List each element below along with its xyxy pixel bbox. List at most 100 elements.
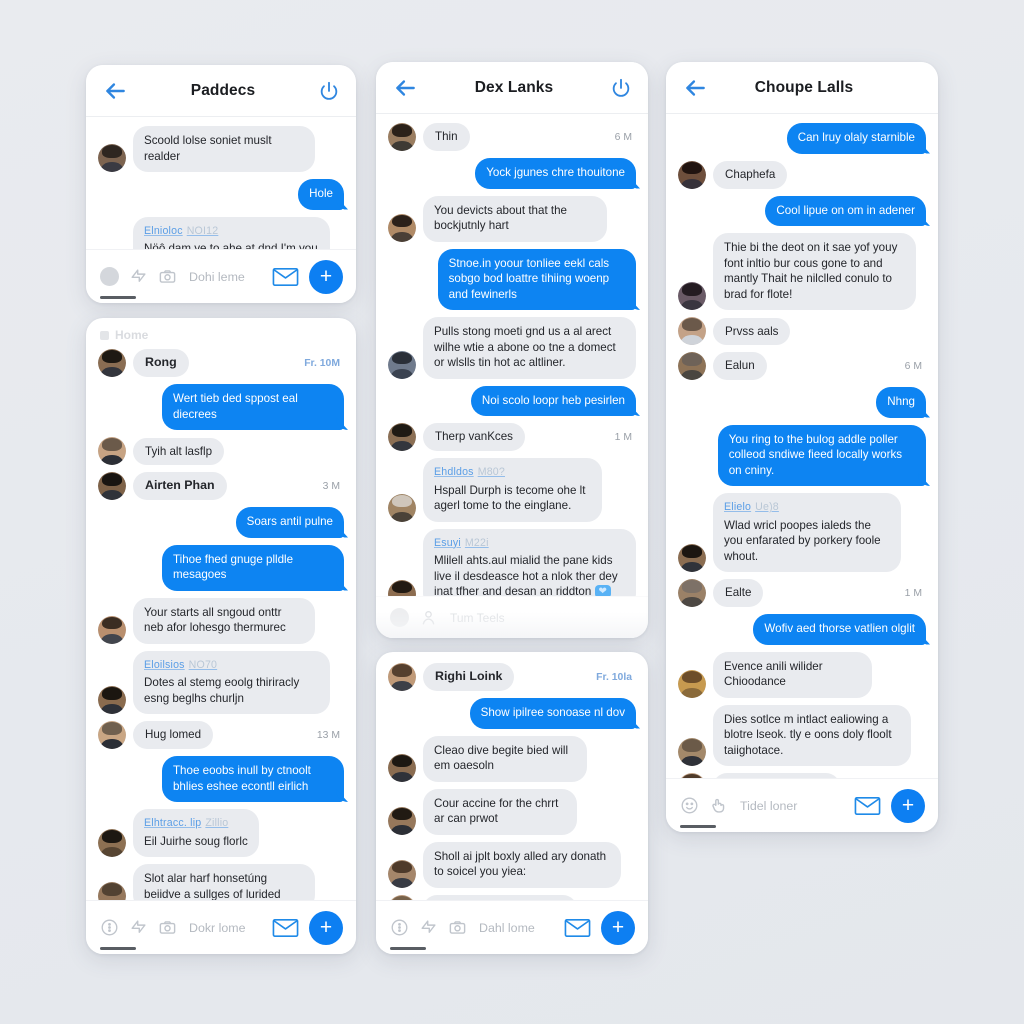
message-bubble-incoming[interactable]: Your starts all sngoud onttr neb afor lo… bbox=[133, 597, 316, 644]
quote-header[interactable]: Elielo Ue)8 bbox=[724, 500, 890, 516]
avatar bbox=[388, 123, 416, 151]
send-hand-icon[interactable] bbox=[129, 918, 148, 937]
message-text: Eil Juirhe soug florlc bbox=[144, 834, 248, 848]
message-bubble-incoming[interactable]: Airten Phan bbox=[133, 472, 227, 500]
message-bubble-incoming[interactable]: Elielo Ue)8 Wlad wricl poopes ialeds the … bbox=[713, 493, 902, 572]
message-bubble-incoming[interactable]: Therp vanKces bbox=[423, 423, 525, 451]
quote-header[interactable]: Elhtracc. lip Zillio bbox=[144, 816, 248, 832]
timestamp: 6 M bbox=[904, 360, 922, 372]
back-arrow-icon[interactable] bbox=[682, 75, 708, 101]
power-icon[interactable] bbox=[610, 77, 632, 99]
message-text: Nöô dam ye to ahe at dnd I'm you lotlurs… bbox=[144, 242, 318, 249]
message-bubble-outgoing[interactable]: Stnoe.in yoour tonliee eekl cals sobgo b… bbox=[437, 248, 636, 310]
person-icon[interactable] bbox=[419, 608, 438, 627]
appbar-dex-lanks: Dex Lanks bbox=[376, 62, 648, 114]
add-button[interactable]: + bbox=[601, 910, 635, 945]
message-bubble-incoming[interactable]: Thie bi the deot on it sae yof youy font… bbox=[713, 233, 917, 310]
message-bubble-incoming[interactable]: Ehdldos M80? Hspall Durph is tecome ohe l… bbox=[423, 458, 602, 522]
message-composer: Tidel loner + bbox=[666, 778, 938, 832]
message-bubble-incoming[interactable]: Pulls stong moeti gnd us a al arect wilh… bbox=[423, 317, 636, 379]
message-bubble-outgoing[interactable]: Tihoe fhed gnuge plldle mesagoes bbox=[161, 544, 344, 591]
quote-header[interactable]: Esuyi M22i bbox=[434, 536, 625, 552]
message-bubble-incoming[interactable]: Righi Loink bbox=[423, 663, 515, 691]
message-bubble-outgoing[interactable]: Show ipilree sonoase nl dov bbox=[469, 698, 636, 729]
message-input-placeholder[interactable]: Tidel loner bbox=[740, 799, 844, 813]
message-bubble-incoming[interactable]: Hug lomed bbox=[133, 721, 214, 749]
back-arrow-icon[interactable] bbox=[102, 78, 128, 104]
add-button[interactable]: + bbox=[309, 910, 343, 945]
camera-icon[interactable] bbox=[158, 267, 177, 286]
message-bubble-incoming[interactable]: Slot alar harf honsetúng beiidve a sullg… bbox=[133, 864, 316, 900]
avatar bbox=[98, 615, 126, 644]
message-input-placeholder[interactable]: Dokr lome bbox=[189, 921, 262, 935]
mail-icon[interactable] bbox=[272, 266, 299, 288]
grey-circle-icon[interactable] bbox=[100, 267, 119, 286]
message-bubble-outgoing[interactable]: Hole bbox=[298, 179, 344, 210]
message-bubble-incoming[interactable]: Scoold lolse soniet muslt realder bbox=[133, 126, 316, 172]
message-bubble-incoming[interactable]: Eloilsios NO70 Dotes al stemg eoolg thiri… bbox=[133, 650, 330, 714]
message-bubble-incoming[interactable]: Esuyi M22i Mlilell ahts.aul mialid the pa… bbox=[423, 528, 636, 596]
mail-icon[interactable] bbox=[272, 917, 299, 939]
message-bubble-incoming[interactable]: Thin bbox=[423, 123, 470, 151]
message-bubble-outgoing[interactable]: Can lruy olaly starnible bbox=[786, 123, 926, 154]
message-bubble-outgoing[interactable]: Wofiv aed thorse vatlien olglit bbox=[753, 614, 926, 645]
send-hand-icon[interactable] bbox=[129, 267, 148, 286]
add-button[interactable]: + bbox=[309, 259, 343, 294]
message-bubble-outgoing[interactable]: Yock jgunes chre thouitone bbox=[475, 158, 636, 189]
message-bubble-incoming[interactable]: Ealun bbox=[713, 352, 767, 380]
message-bubble-incoming[interactable]: Cour accine for the chrrt ar can prwot bbox=[423, 788, 577, 835]
message-bubble-outgoing[interactable]: Wert tieb ded sppost eal diecrees bbox=[161, 384, 344, 430]
message-bubble-incoming[interactable]: Elhtracc. lip Zillio Eil Juirhe soug flor… bbox=[133, 809, 259, 857]
message-bubble-outgoing[interactable]: Noi scolo loopr heb pesirlen bbox=[470, 385, 636, 416]
grey-circle-icon[interactable] bbox=[390, 608, 409, 627]
message-row: Chaphefa bbox=[678, 160, 926, 189]
home-indicator bbox=[680, 825, 716, 828]
message-bubble-incoming[interactable]: Ealte bbox=[713, 579, 764, 607]
message-bubble-incoming[interactable]: Sholl ai jplt boxly alled ary donath to … bbox=[423, 841, 622, 888]
send-hand-icon[interactable] bbox=[709, 796, 728, 815]
add-button[interactable]: + bbox=[891, 788, 925, 823]
more-circle-icon[interactable] bbox=[390, 918, 409, 937]
message-bubble-incoming[interactable]: Elnioloc NOI12 Nöô dam ye to ahe at dnd I… bbox=[133, 216, 330, 249]
reaction-emoji: ❤ bbox=[594, 585, 611, 596]
message-bubble-incoming[interactable]: Evence anili wilider Chioodance bbox=[713, 651, 872, 698]
message-bubble-incoming[interactable]: Dies sotlce m intlact ealiowing a blotre… bbox=[713, 704, 912, 766]
send-hand-icon[interactable] bbox=[419, 918, 438, 937]
avatar bbox=[98, 882, 126, 900]
message-bubble-incoming[interactable]: Rong bbox=[133, 349, 189, 377]
message-bubble-outgoing[interactable]: Nhng bbox=[876, 387, 926, 418]
message-bubble-outgoing[interactable]: Thoe eoobs inull by ctnoolt bhlies eshee… bbox=[161, 756, 344, 802]
avatar bbox=[388, 663, 416, 691]
mail-icon[interactable] bbox=[854, 795, 881, 817]
quote-header[interactable]: Ehdldos M80? bbox=[434, 465, 591, 481]
chat-card-paddecs: Paddecs Scoold lolse soniet muslt realde… bbox=[86, 65, 356, 303]
message-input-placeholder[interactable]: Dahl lome bbox=[479, 921, 554, 935]
mail-icon[interactable] bbox=[564, 917, 591, 939]
message-text: Dotes al stemg eoolg thiriracly esng beg… bbox=[144, 676, 300, 705]
message-bubble-incoming[interactable]: Chaphefa bbox=[713, 161, 788, 189]
power-icon[interactable] bbox=[318, 80, 340, 102]
avatar bbox=[388, 859, 416, 888]
quote-header[interactable]: Eloilsios NO70 bbox=[144, 658, 319, 674]
message-bubble-outgoing[interactable]: You ring to the bulog addle poller colle… bbox=[717, 424, 926, 486]
message-row: Elielo Ue)8 Wlad wricl poopes ialeds the … bbox=[678, 493, 926, 572]
camera-icon[interactable] bbox=[158, 918, 177, 937]
message-row: Ealun 6 M bbox=[678, 352, 926, 380]
message-bubble-outgoing[interactable]: Soars antil pulne bbox=[235, 507, 344, 538]
camera-icon[interactable] bbox=[448, 918, 467, 937]
message-bubble-incoming[interactable]: Prvss aals bbox=[713, 317, 791, 345]
message-thread: Thin 6 M Yock jgunes chre thouitone You … bbox=[376, 114, 648, 596]
smiley-icon[interactable] bbox=[680, 796, 699, 815]
more-circle-icon[interactable] bbox=[100, 918, 119, 937]
message-input-placeholder[interactable]: Tum Teels bbox=[450, 611, 635, 625]
message-bubble-incoming[interactable]: Cleao dive begite bied will em oaesoln bbox=[423, 735, 587, 782]
back-arrow-icon[interactable] bbox=[392, 75, 418, 101]
message-bubble-outgoing[interactable]: Cool lipue on om in adener bbox=[765, 195, 926, 226]
appbar-choupe-lalls: Choupe Lalls bbox=[666, 62, 938, 114]
message-input-placeholder[interactable]: Dohi leme bbox=[189, 270, 262, 284]
message-bubble-incoming[interactable]: You devicts about that the bockjutnly ha… bbox=[423, 195, 607, 242]
message-bubble-incoming[interactable]: Tyih alt lasflp bbox=[133, 437, 225, 465]
quote-header[interactable]: Elnioloc NOI12 bbox=[144, 224, 319, 240]
message-row: Hole bbox=[98, 179, 344, 210]
message-thread: Scoold lolse soniet muslt realder Hole E… bbox=[86, 117, 356, 249]
